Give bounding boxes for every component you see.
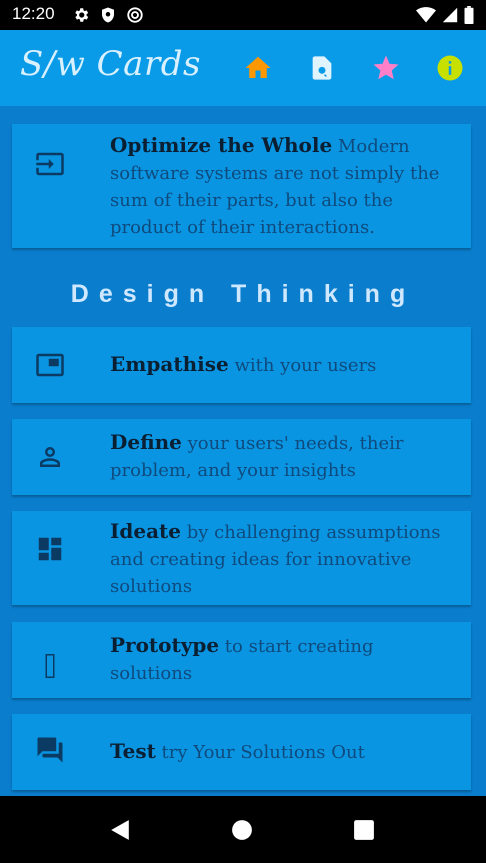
star-icon[interactable] — [370, 52, 402, 84]
card-optimize-the-whole[interactable]: Optimize the Whole Modern software syste… — [12, 124, 471, 248]
card-text: Test try Your Solutions Out — [110, 738, 453, 766]
settings-icon — [72, 6, 90, 28]
missing-glyph-icon — [34, 650, 66, 682]
section-title: Design Thinking — [70, 280, 416, 308]
card-heading: Optimize the Whole — [110, 133, 333, 157]
card-prototype[interactable]: Prototype to start creating solutions — [12, 622, 471, 698]
shield-icon — [99, 6, 117, 28]
app-actions — [242, 52, 466, 84]
card-list[interactable]: Optimize the Whole Modern software syste… — [0, 106, 486, 796]
status-time: 12:20 — [12, 4, 55, 23]
card-heading: Prototype — [110, 633, 220, 657]
home-icon[interactable] — [242, 52, 274, 84]
input-icon — [34, 148, 66, 180]
recents-icon[interactable] — [350, 816, 378, 844]
card-heading: Ideate — [110, 519, 181, 543]
card-ideate[interactable]: Ideate by challenging assumptions and cr… — [12, 511, 471, 605]
search-document-icon[interactable] — [306, 52, 338, 84]
navigation-bar — [0, 796, 486, 863]
card-text: Optimize the Whole Modern software syste… — [110, 132, 453, 241]
person-icon — [34, 441, 66, 473]
card-text: Empathise with your users — [110, 351, 453, 379]
home-nav-icon[interactable] — [228, 816, 256, 844]
card-description: try Your Solutions Out — [161, 742, 365, 763]
card-heading: Empathise — [110, 352, 229, 376]
card-empathise[interactable]: Empathise with your users — [12, 327, 471, 403]
status-bar: 12:20 — [0, 0, 486, 30]
card-text: Ideate by challenging assumptions and cr… — [110, 518, 453, 600]
card-define[interactable]: Define your users' needs, their problem,… — [12, 419, 471, 495]
card-test[interactable]: Test try Your Solutions Out — [12, 714, 471, 790]
battery-icon — [464, 6, 474, 28]
dashboard-icon — [34, 533, 66, 565]
info-icon[interactable] — [434, 52, 466, 84]
card-heading: Define — [110, 430, 182, 454]
chat-icon — [34, 734, 66, 766]
data-saver-icon — [126, 6, 144, 28]
wifi-icon — [416, 6, 436, 28]
app-bar: S/w Cards — [0, 30, 486, 106]
status-notification-icons — [72, 6, 144, 28]
back-icon[interactable] — [106, 816, 134, 844]
card-heading: Test — [110, 739, 156, 763]
signal-icon — [442, 6, 458, 28]
app-title: S/w Cards — [20, 44, 201, 84]
card-text: Define your users' needs, their problem,… — [110, 429, 453, 484]
status-system-icons — [416, 6, 474, 28]
card-text: Prototype to start creating solutions — [110, 632, 453, 687]
card-description: with your users — [234, 355, 377, 376]
picture-in-picture-icon — [34, 349, 66, 381]
